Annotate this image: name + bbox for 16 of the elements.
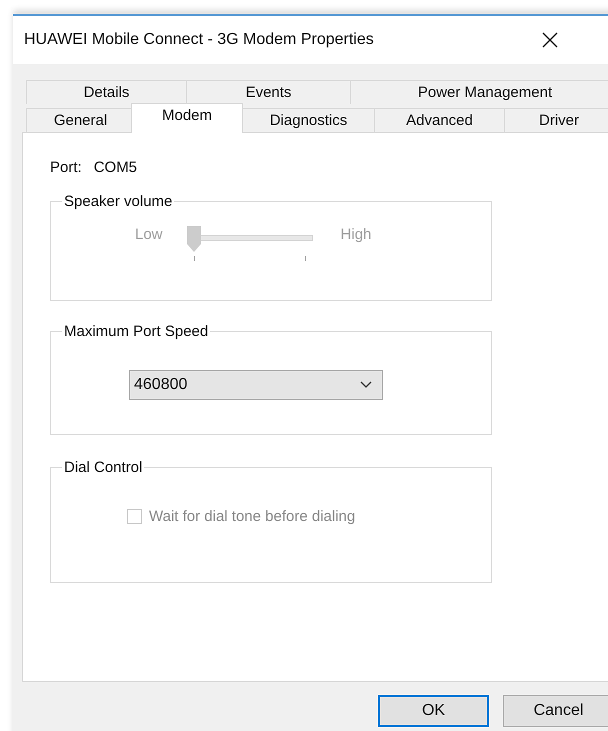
low-label: Low (135, 226, 163, 243)
group-title: Maximum Port Speed (63, 323, 210, 340)
window-title: HUAWEI Mobile Connect - 3G Modem Properties (24, 31, 374, 49)
port-label: Port: (50, 159, 82, 176)
tab[interactable]: Details (26, 80, 187, 104)
high-label: High (340, 226, 372, 243)
checkbox-label: Wait for dial tone before dialing (149, 508, 356, 525)
group-title: Speaker volume (63, 193, 174, 210)
speed-dropdown[interactable]: 460800 (129, 370, 383, 400)
chevron-down-icon (360, 381, 372, 389)
close-icon[interactable] (542, 32, 558, 48)
tab[interactable]: Modem (131, 103, 243, 133)
group-title: Dial Control (63, 459, 144, 476)
port-value: COM5 (94, 159, 138, 176)
ok-button[interactable]: OK (378, 695, 489, 727)
cancel-button[interactable]: Cancel (503, 695, 608, 727)
